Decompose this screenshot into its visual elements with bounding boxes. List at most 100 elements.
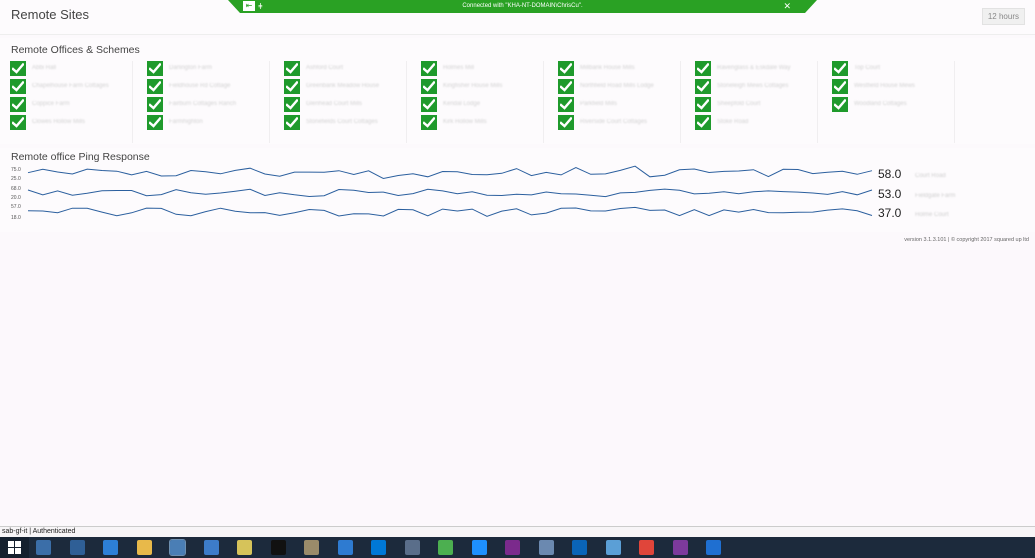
task-view-icon[interactable] [36,540,51,555]
office-item[interactable]: Chapelhouse Farm Cottages [10,79,132,94]
office-item[interactable]: Millbank House Mills [558,61,680,76]
performance-monitor-icon[interactable] [69,540,85,555]
office-item[interactable]: Woodland Cottages [832,97,954,112]
office-name: Coppice Farm [32,101,70,107]
notepad-icon[interactable] [605,540,621,555]
office-item[interactable]: Parkfield Mills [558,97,680,112]
office-item[interactable]: Clowes Hollow Mills [10,115,132,130]
remote-offices-panel: Remote Offices & Schemes Abbi Hall Chapel… [0,38,1035,144]
status-ok-check-icon [147,79,163,94]
sparkline-series-name: Holme Court [915,212,949,218]
office-item[interactable]: Abbi Hall [10,61,132,76]
command-prompt-icon[interactable] [270,540,286,555]
office-column: Millbank House Mills Northfield Road Mill… [558,61,681,143]
status-text: sab-gf-it | Authenticated [2,528,76,535]
start-button[interactable] [0,537,29,558]
office-item[interactable]: Glenhead Court Mills [284,97,406,112]
office-item[interactable]: Riverside Court Cottages [558,115,680,130]
office-item[interactable]: Kirk Hollow Mills [421,115,543,130]
status-ok-check-icon [421,79,437,94]
office-item[interactable]: Fieldhouse Rd Cottage [147,79,269,94]
status-ok-check-icon [284,97,300,112]
remote-connection-bar: Connected with "KHA-NT-DOMAIN\ChrisCu". … [228,0,817,13]
office-item[interactable]: Kingfisher House Mills [421,79,543,94]
status-ok-check-icon [832,79,848,94]
remote-desktop-icon[interactable] [169,539,186,556]
office-item[interactable]: Holmes Mill [421,61,543,76]
office-name: Chapelhouse Farm Cottages [32,83,109,89]
outlook-icon[interactable] [572,540,587,555]
notes-icon[interactable] [237,540,252,555]
office-column: Holmes Mill Kingfisher House Mills Kendal … [421,61,544,143]
vsphere-icon[interactable] [438,540,453,555]
server-manager-icon[interactable] [203,540,219,555]
sparkline-ymin-label: 20.0 [11,195,21,201]
office-item[interactable]: Northfield Road Mills Lodge [558,79,680,94]
office-name: Kirk Hollow Mills [443,119,487,125]
ping-sparklines: 75.0 25.0 58.0 Court Road 68.0 20.0 53.0 Fieldg… [11,165,955,221]
signal-icon[interactable]: ǂ [258,0,263,13]
status-ok-check-icon [10,79,26,94]
office-name: Glenhead Court Mills [306,101,363,107]
office-item[interactable]: Westfield House Mews [832,79,954,94]
office-column: Ravenglass & Eskdale Way Stoneleigh Mews … [695,61,818,143]
status-ok-check-icon [695,97,711,112]
status-ok-check-icon [284,61,300,76]
office-item[interactable]: Ashford Court [284,61,406,76]
version-text: version 3.1.3.101 | © copyright 2017 squ… [904,237,1029,243]
office-item[interactable]: Sheepfold Court [695,97,817,112]
office-name: Ravenglass & Eskdale Way [717,65,791,71]
ping-sparkline[interactable] [27,165,873,180]
chrome-icon[interactable] [639,540,654,555]
status-ok-check-icon [147,61,163,76]
office-name: Holmes Mill [443,65,475,71]
office-name: Riverside Court Cottages [580,119,648,125]
current-ping-value: 53.0 [878,187,902,201]
sparkline-ymin-label: 18.0 [11,215,21,221]
file-explorer-icon[interactable] [136,540,152,555]
connection-status-text: Connected with "KHA-NT-DOMAIN\ChrisCu". [462,3,583,9]
status-ok-check-icon [832,97,848,112]
status-ok-check-icon [832,61,848,76]
office-item[interactable]: Coppice Farm [10,97,132,112]
office-name: Fieldhouse Rd Cottage [169,83,231,89]
office-name: Parkfield Mills [580,101,618,107]
office-name: Abbi Hall [32,65,57,71]
office-item[interactable]: Stoneleigh Mews Cottages [695,79,817,94]
office-name: Stoneleigh Mews Cottages [717,83,789,89]
office-item[interactable]: Darlington Farm [147,61,269,76]
office-item[interactable]: Fairburn Cottages Ranch [147,97,269,112]
office-item[interactable]: Top Court [832,61,954,76]
purple-app-icon[interactable] [672,540,688,555]
status-ok-check-icon [695,115,711,130]
remote-tools-icon[interactable] [538,540,554,555]
close-icon[interactable]: ✕ [783,0,791,13]
onenote-icon[interactable] [505,540,520,555]
network-icon[interactable] [404,540,420,555]
ping-sparkline[interactable] [27,206,873,217]
office-name: Millbank House Mills [580,65,635,71]
office-item[interactable]: Greenbank Meadow House [284,79,406,94]
office-name: Woodland Cottages [854,101,907,107]
time-range-button[interactable]: 12 hours [981,8,1025,25]
tools-icon[interactable] [304,540,319,555]
windows-logo-icon [8,541,21,554]
skype-icon[interactable] [371,540,386,555]
office-item[interactable]: Ravenglass & Eskdale Way [695,61,817,76]
ping-sparkline[interactable] [27,188,873,198]
pin-icon[interactable]: ⇤ [243,1,255,11]
sparkline-series-name: Fieldgate Farm [915,193,955,199]
office-item[interactable]: Stoke Road [695,115,817,130]
status-ok-check-icon [10,115,26,130]
office-name: Farmhighton [169,119,203,125]
office-item[interactable]: Stonefields Court Cottages [284,115,406,130]
teamviewer-icon[interactable] [706,540,721,555]
status-ok-check-icon [421,115,437,130]
onedrive-icon[interactable] [103,540,118,555]
office-column: Darlington Farm Fieldhouse Rd Cottage Fair… [147,61,270,143]
contacts-icon[interactable] [337,540,353,555]
office-item[interactable]: Farmhighton [147,115,269,130]
internet-explorer-icon[interactable] [471,540,487,555]
office-item[interactable]: Kendal Lodge [421,97,543,112]
office-name: Kingfisher House Mills [443,83,503,89]
